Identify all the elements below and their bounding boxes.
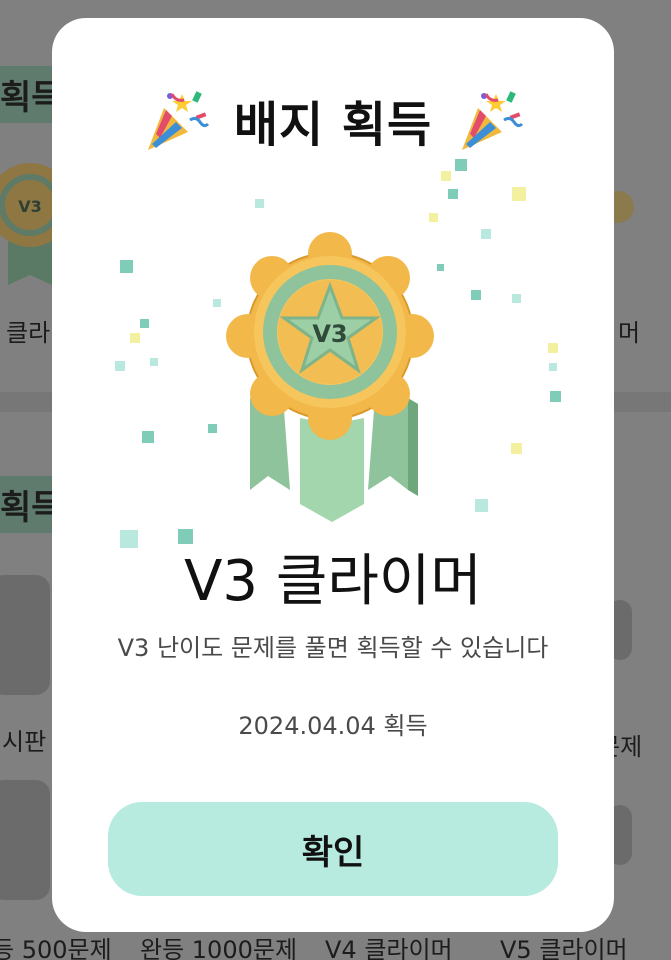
bg-badge-label: 등 500문제 [0, 936, 112, 960]
badge-name: V3 클라이머 [184, 549, 482, 614]
bg-badge-label: 클라 [6, 319, 51, 347]
bg-badge-icon: V3 [0, 163, 60, 285]
bg-badge-label: 완등 1000문제 [140, 936, 298, 960]
v3-climber-medal-icon: V3 [226, 232, 434, 522]
bg-badge-label: 시판 [2, 728, 47, 756]
party-popper-icon [462, 91, 524, 150]
bg-locked-badge [0, 575, 50, 695]
bg-badge-label: 머 [618, 319, 641, 347]
modal-header: 배지 획득 [52, 80, 614, 160]
svg-text:V3: V3 [18, 197, 42, 216]
bg-locked-badge [0, 780, 50, 900]
bg-badge-label: V5 클라이머 [500, 936, 628, 960]
bg-badge-icon [612, 191, 634, 223]
acquired-date: 2024.04.04 획득 [238, 712, 428, 740]
confirm-button[interactable]: 확인 [108, 802, 558, 896]
party-popper-icon [147, 91, 209, 150]
badge-description: V3 난이도 문제를 풀면 획득할 수 있습니다 [117, 634, 549, 662]
modal-title: 배지 획득 [233, 97, 433, 153]
badge-illustration: V3 [52, 158, 614, 558]
badge-acquired-modal: 배지 획득 V3 V3 클라이머 V3 난이도 문제를 풀면 획득할 수 있습니… [52, 18, 614, 932]
badge-grade-label: V3 [312, 320, 347, 348]
bg-badge-label: V4 클라이머 [325, 936, 453, 960]
